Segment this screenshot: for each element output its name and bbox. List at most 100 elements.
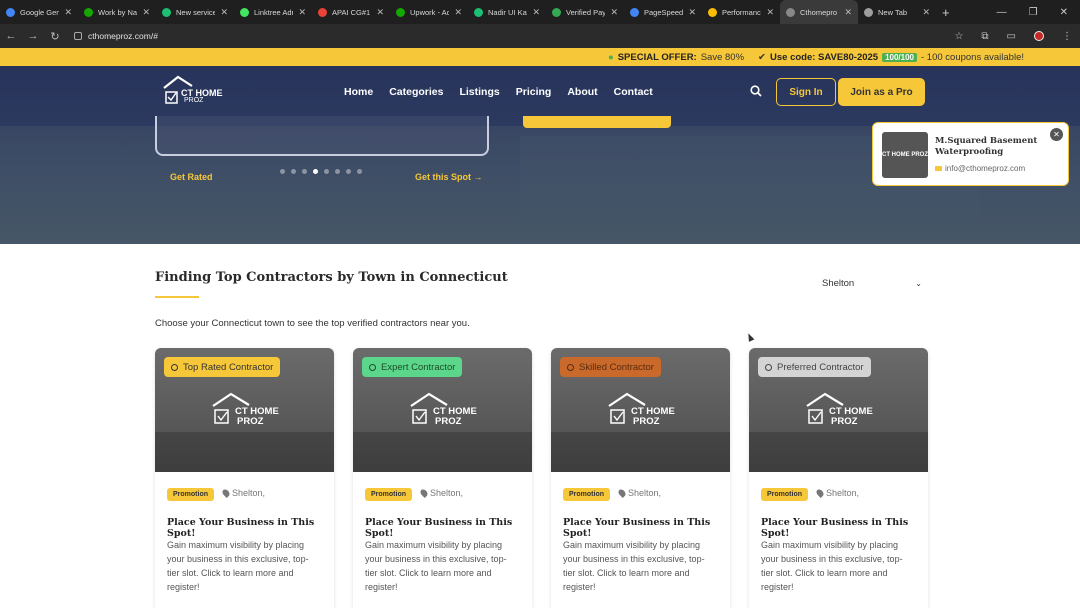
tab-favicon-icon [630,7,639,17]
coupon-count: 100/100 [882,52,917,62]
logo-line2: PROZ [184,97,204,104]
forward-icon[interactable]: → [22,30,44,42]
profile-avatar[interactable] [1034,31,1044,41]
sign-in-button[interactable]: Sign In [776,78,836,106]
close-icon[interactable]: ✕ [1050,128,1063,141]
minimize-icon[interactable]: — [997,7,1007,18]
nav-contact[interactable]: Contact [614,86,653,98]
contractor-card[interactable]: Top Rated Contractor CT HOME PROZ Promotion… [155,348,334,608]
browser-tab[interactable]: Cthomepro ✕ [780,0,858,24]
tab-favicon-icon [240,7,249,17]
browser-tab[interactable]: Nadir UI Kay ✕ [468,0,546,24]
browser-tab[interactable]: Upwork - Ac ✕ [390,0,468,24]
tab-title: Linktree Adr [254,7,294,17]
card-title[interactable]: Place Your Business in This Spot! [365,517,532,539]
nav-pricing[interactable]: Pricing [516,86,552,98]
tab-close-icon[interactable]: ✕ [64,7,72,18]
reload-icon[interactable]: ↻ [44,30,66,43]
mouse-cursor-icon [745,332,755,342]
tab-close-icon[interactable]: ✕ [610,7,618,18]
slider-dot[interactable] [335,169,340,174]
town-select[interactable]: Shelton ⌄ [816,274,926,292]
logo-text: CT HOME PROZ [181,89,223,105]
contractor-card[interactable]: Skilled Contractor CT HOME PROZ Promotion Sh… [551,348,730,608]
listing-popup[interactable]: CT HOME PROZ M.Squared Basement Waterpro… [872,122,1069,186]
back-icon[interactable]: ← [0,30,22,42]
sidepanel-icon[interactable]: ▭ [1007,31,1016,42]
location-pin-icon [617,488,627,498]
card-title[interactable]: Place Your Business in This Spot! [761,517,928,539]
contractor-card[interactable]: Preferred Contractor CT HOME PROZ Promotion… [749,348,928,608]
browser-tab[interactable]: Verified Pay ✕ [546,0,624,24]
tab-close-icon[interactable]: ✕ [376,7,384,18]
maximize-icon[interactable]: ❐ [1029,7,1038,18]
search-icon[interactable] [750,85,762,97]
card-description: Gain maximum visibility by placing your … [563,540,705,592]
tab-title: Work by Na [98,7,138,17]
popup-email[interactable]: info@cthomeproz.com [935,164,1025,173]
site-info-icon[interactable] [74,32,82,40]
tab-close-icon[interactable]: ✕ [220,7,228,18]
get-rated-link[interactable]: Get Rated [170,172,213,182]
browser-tab[interactable]: APAI CG#1 - ✕ [312,0,390,24]
url-field[interactable]: cthomeproz.com/# [74,31,158,41]
nav-about[interactable]: About [567,86,597,98]
offer-check-icon: ✔ [758,51,766,63]
browser-tab[interactable]: Performance ✕ [702,0,780,24]
address-bar: ← → ↻ cthomeproz.com/# ☆ ⧉ ▭ ⋮ [0,24,1080,48]
card-location: Shelton, [419,488,464,498]
tab-favicon-icon [786,7,795,17]
slider-dot[interactable] [313,169,318,174]
tab-close-icon[interactable]: ✕ [844,7,852,18]
slider-dot[interactable] [302,169,307,174]
card-title[interactable]: Place Your Business in This Spot! [167,517,334,539]
new-tab-icon[interactable]: + [942,5,950,20]
tab-close-icon[interactable]: ✕ [688,7,696,18]
envelope-icon [935,166,942,171]
browser-tab[interactable]: New Tab ✕ [858,0,936,24]
browser-tab[interactable]: Linktree Adr ✕ [234,0,312,24]
hero-cta-button[interactable] [523,116,671,128]
badge-label: Expert Contractor [381,361,456,373]
slider-dot[interactable] [324,169,329,174]
bookmark-star-icon[interactable]: ☆ [954,31,963,42]
location-pin-icon [221,488,231,498]
tab-close-icon[interactable]: ✕ [298,7,306,18]
tab-favicon-icon [396,7,405,17]
tab-close-icon[interactable]: ✕ [454,7,462,18]
browser-tab[interactable]: Google Gem ✕ [0,0,78,24]
browser-menu-icon[interactable]: ⋮ [1062,31,1072,42]
card-title[interactable]: Place Your Business in This Spot! [563,517,730,539]
window-controls: — ❐ ✕ [997,0,1080,24]
tab-close-icon[interactable]: ✕ [142,7,150,18]
popup-thumbnail: CT HOME PROZ [882,132,928,178]
nav-home[interactable]: Home [344,86,373,98]
slider-dot[interactable] [357,169,362,174]
badge-label: Skilled Contractor [579,361,654,373]
tab-close-icon[interactable]: ✕ [532,7,540,18]
browser-tab[interactable]: New service ✕ [156,0,234,24]
nav-listings[interactable]: Listings [459,86,499,98]
slider-dot[interactable] [291,169,296,174]
get-this-spot-link[interactable]: Get this Spot → [415,172,483,182]
close-window-icon[interactable]: ✕ [1060,7,1068,18]
tab-close-icon[interactable]: ✕ [922,7,930,18]
contractor-card[interactable]: Expert Contractor CT HOME PROZ Promotion She… [353,348,532,608]
tab-title: Upwork - Ac [410,7,450,17]
slider-dot[interactable] [346,169,351,174]
card-description: Gain maximum visibility by placing your … [761,540,903,592]
slider-dot[interactable] [280,169,285,174]
site-logo[interactable]: CT HOME PROZ [162,74,232,110]
medal-icon [567,363,574,371]
browser-tab[interactable]: PageSpeed I ✕ [624,0,702,24]
nav-categories[interactable]: Categories [389,86,443,98]
card-logo-line2: PROZ [831,416,858,427]
tab-close-icon[interactable]: ✕ [766,7,774,18]
extensions-icon[interactable]: ⧉ [981,31,988,42]
join-as-pro-button[interactable]: Join as a Pro [838,78,925,106]
browser-tab[interactable]: Work by Na ✕ [78,0,156,24]
card-logo: CT HOME PROZ [409,392,481,432]
card-location: Shelton, [221,488,265,498]
location-text: Shelton, [430,488,464,498]
slider-dots [280,169,362,174]
